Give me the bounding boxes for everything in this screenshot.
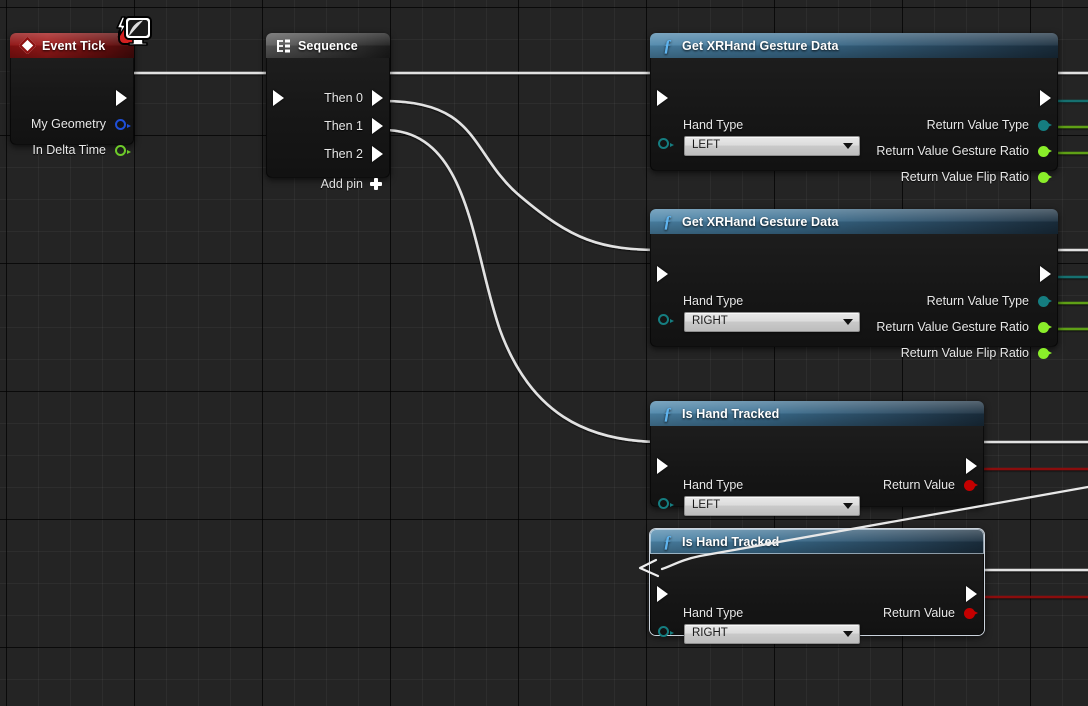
pin-exec-out-is-hand-tracked-right[interactable] (966, 586, 977, 602)
pin-label-then-1: Then 1 (324, 119, 363, 133)
pin-exec-then-1[interactable] (372, 118, 383, 134)
dropdown-value: RIGHT (692, 315, 728, 328)
pin-exec-in-is-hand-tracked-right[interactable] (657, 586, 668, 602)
pin-label-then-0: Then 0 (324, 91, 363, 105)
function-f-icon: ƒ (663, 212, 672, 231)
node-header-gesture-left: ƒ Get XRHand Gesture Data (650, 33, 1058, 58)
pin-return-value-flip-ratio[interactable] (1038, 172, 1052, 183)
pin-return-value-type[interactable] (1038, 296, 1052, 307)
pin-label-return-value-flip-ratio: Return Value Flip Ratio (900, 346, 1029, 360)
node-is-hand-tracked-left[interactable]: ƒ Is Hand Tracked Hand Type LEFT Return … (650, 401, 984, 516)
plus-icon (370, 178, 382, 190)
pin-label-return-value-type: Return Value Type (926, 294, 1029, 308)
node-title: Is Hand Tracked (682, 406, 780, 421)
pin-hand-type-is-hand-tracked-left[interactable] (658, 498, 674, 509)
add-pin-button[interactable]: Add pin (321, 177, 382, 191)
pin-return-value-gesture-ratio[interactable] (1038, 322, 1052, 333)
dropdown-hand-type-is-hand-tracked-left[interactable]: LEFT (684, 496, 860, 516)
pin-return-value-type[interactable] (1038, 120, 1052, 131)
pin-label-then-2: Then 2 (324, 147, 363, 161)
node-body: Hand Type LEFT Return Value (650, 426, 984, 516)
chevron-down-icon (843, 503, 853, 509)
pin-label-return-value: Return Value (882, 478, 955, 492)
node-sequence[interactable]: Sequence Then 0 Then 1 Then 2 Add pin (266, 33, 390, 191)
caption-hand-type: Hand Type (683, 478, 744, 492)
function-f-icon: ƒ (663, 404, 672, 423)
pin-my-geometry[interactable] (115, 119, 131, 130)
pin-label-return-value-flip-ratio: Return Value Flip Ratio (900, 170, 1029, 184)
function-f-icon: ƒ (663, 36, 672, 55)
pin-label-return-value: Return Value (882, 606, 955, 620)
node-body: Hand Type RIGHT Return Value Type Return… (650, 234, 1058, 360)
caption-hand-type: Hand Type (683, 294, 744, 308)
pin-exec-in-gesture-left[interactable] (657, 90, 668, 106)
node-is-hand-tracked-right[interactable]: ƒ Is Hand Tracked Hand Type RIGHT Return… (650, 529, 984, 644)
pin-label-return-value-type: Return Value Type (926, 118, 1029, 132)
chevron-down-icon (843, 319, 853, 325)
pin-exec-in-gesture-right[interactable] (657, 266, 668, 282)
node-header-is-hand-tracked-right: ƒ Is Hand Tracked (650, 529, 984, 554)
pin-exec-out-gesture-left[interactable] (1040, 90, 1051, 106)
node-title: Sequence (298, 38, 358, 53)
pin-exec-out-gesture-right[interactable] (1040, 266, 1051, 282)
node-header-sequence: Sequence (266, 33, 390, 58)
node-body: Hand Type LEFT Return Value Type Return … (650, 58, 1058, 184)
pin-return-value-is-hand-tracked-left[interactable] (964, 480, 978, 491)
pin-return-value-is-hand-tracked-right[interactable] (964, 608, 978, 619)
pin-hand-type-gesture-right[interactable] (658, 314, 674, 325)
node-header-is-hand-tracked-left: ƒ Is Hand Tracked (650, 401, 984, 426)
pin-label-in-delta-time: In Delta Time (32, 143, 106, 157)
dropdown-hand-type-gesture-left[interactable]: LEFT (684, 136, 860, 156)
node-get-xrhand-gesture-data-right[interactable]: ƒ Get XRHand Gesture Data Hand Type RIGH… (650, 209, 1058, 360)
pin-exec-out-event-tick[interactable] (116, 90, 127, 106)
wire-then1-to-gesture-right (382, 99, 664, 252)
function-f-icon: ƒ (663, 532, 672, 551)
dropdown-hand-type-is-hand-tracked-right[interactable]: RIGHT (684, 624, 860, 644)
pin-in-delta-time[interactable] (115, 145, 131, 156)
pin-return-value-gesture-ratio[interactable] (1038, 146, 1052, 157)
pin-exec-in-sequence[interactable] (273, 90, 284, 106)
chevron-down-icon (843, 143, 853, 149)
pin-hand-type-is-hand-tracked-right[interactable] (658, 626, 674, 637)
node-body: Hand Type RIGHT Return Value (650, 554, 984, 644)
node-title: Is Hand Tracked (682, 534, 780, 549)
pin-exec-in-is-hand-tracked-left[interactable] (657, 458, 668, 474)
node-get-xrhand-gesture-data-left[interactable]: ƒ Get XRHand Gesture Data Hand Type LEFT… (650, 33, 1058, 184)
dropdown-value: RIGHT (692, 627, 728, 640)
pin-label-my-geometry: My Geometry (30, 117, 106, 131)
wire-then2-to-ishandtracked-left (382, 128, 664, 444)
node-title: Get XRHand Gesture Data (682, 214, 839, 229)
caption-hand-type: Hand Type (683, 606, 744, 620)
diamond-icon (18, 36, 37, 55)
node-body: My Geometry In Delta Time (10, 58, 134, 157)
blueprint-graph-canvas[interactable]: Event Tick My Geometry In Delta Time Seq… (0, 0, 1088, 706)
node-title: Get XRHand Gesture Data (682, 38, 839, 53)
pin-label-return-value-gesture-ratio: Return Value Gesture Ratio (876, 320, 1029, 334)
chevron-down-icon (843, 631, 853, 637)
event-badge (113, 15, 152, 46)
node-title: Event Tick (42, 38, 106, 53)
pin-label-return-value-gesture-ratio: Return Value Gesture Ratio (876, 144, 1029, 158)
caption-hand-type: Hand Type (683, 118, 744, 132)
dropdown-value: LEFT (692, 499, 721, 512)
node-header-gesture-right: ƒ Get XRHand Gesture Data (650, 209, 1058, 234)
pin-exec-out-is-hand-tracked-left[interactable] (966, 458, 977, 474)
dropdown-value: LEFT (692, 139, 721, 152)
pin-exec-then-0[interactable] (372, 90, 383, 106)
monitor-lightning-icon (116, 16, 152, 46)
pin-hand-type-gesture-left[interactable] (658, 138, 674, 149)
pin-return-value-flip-ratio[interactable] (1038, 348, 1052, 359)
pin-exec-then-2[interactable] (372, 146, 383, 162)
sequence-icon (275, 37, 292, 54)
node-body: Then 0 Then 1 Then 2 Add pin (266, 58, 390, 191)
add-pin-label: Add pin (320, 177, 363, 191)
dropdown-hand-type-gesture-right[interactable]: RIGHT (684, 312, 860, 332)
